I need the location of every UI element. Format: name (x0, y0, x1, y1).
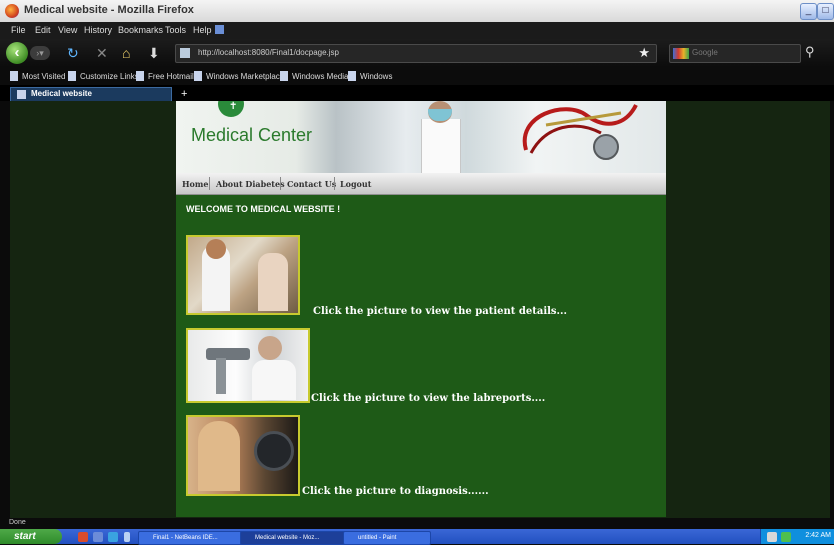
taskbar-firefox[interactable]: Medical website - Moz... (240, 531, 348, 545)
doctor-figure (421, 119, 461, 173)
bookmarks-bar: Most Visited Customize Links Free Hotmai… (0, 67, 834, 85)
scientist-figure (252, 360, 296, 400)
bookmark-windows[interactable]: Windows (348, 71, 392, 81)
diagnosis-caption[interactable]: Click the picture to diagnosis...... (302, 486, 489, 497)
menu-history[interactable]: History (84, 25, 112, 35)
labreports-picture[interactable] (186, 328, 310, 403)
page-icon (17, 90, 26, 99)
menu-tools[interactable]: Tools (165, 25, 186, 35)
menu-view[interactable]: View (58, 25, 77, 35)
bookmark-icon (136, 71, 144, 81)
labreports-caption[interactable]: Click the picture to view the labreports… (311, 393, 545, 404)
addon-icon[interactable] (215, 25, 224, 34)
navigation-toolbar: ‹ ›▾ ↻ ✕ ⌂ ⬇ http://localhost:8080/Final… (0, 39, 834, 67)
bookmark-customize-links[interactable]: Customize Links (68, 71, 139, 81)
nav-divider (334, 177, 335, 190)
nav-about-diabetes[interactable]: About Diabetes (216, 179, 285, 189)
medical-site: ✝ Medical Center Home About Diabetes Con… (176, 101, 666, 517)
bookmark-icon (68, 71, 76, 81)
menu-bookmarks[interactable]: Bookmarks (118, 25, 163, 35)
scientist-head (258, 336, 282, 360)
quicklaunch-icon[interactable] (108, 532, 118, 542)
url-text[interactable]: http://localhost:8080/Final1/docpage.jsp (198, 48, 339, 57)
tab-strip: Medical website + (0, 85, 834, 102)
menu-help[interactable]: Help (193, 25, 212, 35)
tab-medical-website[interactable]: Medical website (10, 87, 172, 102)
site-brand: Medical Center (191, 125, 313, 145)
tray-icon[interactable] (781, 532, 791, 542)
page-favicon-icon (180, 48, 190, 58)
menu-edit[interactable]: Edit (35, 25, 51, 35)
windows-taskbar: start Final1 - NetBeans IDE... Medical w… (0, 529, 834, 545)
home-icon[interactable]: ⌂ (122, 45, 130, 61)
new-tab-button[interactable]: + (181, 88, 187, 100)
bookmark-icon (10, 71, 18, 81)
stethoscope-icon (522, 104, 638, 160)
google-icon (673, 48, 689, 59)
menu-file[interactable]: File (11, 25, 26, 35)
reload-icon[interactable]: ↻ (67, 45, 79, 61)
quicklaunch-more-icon[interactable] (124, 532, 130, 542)
nav-home[interactable]: Home (182, 179, 208, 189)
quicklaunch-icon[interactable] (78, 532, 88, 542)
download-icon[interactable]: ⬇ (148, 45, 160, 61)
bookmark-windows-marketplace[interactable]: Windows Marketplace (194, 71, 284, 81)
status-text: Done (9, 519, 26, 526)
nav-logout[interactable]: Logout (340, 179, 371, 189)
doctor-head (206, 239, 226, 259)
patient-figure (198, 421, 240, 491)
menu-bar: File Edit View History Bookmarks Tools H… (0, 22, 834, 39)
microscope-figure (206, 348, 250, 360)
search-input[interactable]: Google (669, 44, 801, 63)
search-placeholder: Google (692, 48, 718, 57)
patient-details-picture[interactable] (186, 235, 300, 315)
search-icon[interactable]: ⚲ (805, 44, 815, 60)
bookmark-icon (194, 71, 202, 81)
bookmark-windows-media[interactable]: Windows Media (280, 71, 348, 81)
start-button[interactable]: start (0, 529, 62, 544)
taskbar-netbeans[interactable]: Final1 - NetBeans IDE... (138, 531, 246, 545)
patient-figure (258, 253, 288, 311)
window-titlebar: Medical website - Mozilla Firefox _ □ (0, 0, 834, 23)
tray-icon[interactable] (767, 532, 777, 542)
system-tray: 2:42 AM (760, 529, 834, 544)
firefox-icon (5, 4, 19, 18)
clock: 2:42 AM (805, 532, 831, 539)
welcome-heading: WELCOME TO MEDICAL WEBSITE ! (186, 204, 341, 214)
bookmark-icon (348, 71, 356, 81)
microscope-stand (216, 358, 226, 394)
taskbar-paint[interactable]: untitled - Paint (343, 531, 431, 545)
forward-icon[interactable]: ›▾ (30, 46, 50, 60)
patient-details-caption[interactable]: Click the picture to view the patient de… (313, 306, 567, 317)
back-icon[interactable]: ‹ (6, 42, 28, 64)
logo-emblem-icon: ✝ (218, 101, 244, 117)
eye-exam-instrument-icon (254, 431, 294, 471)
diagnosis-picture[interactable] (186, 415, 300, 496)
status-bar: Done (0, 518, 834, 529)
quicklaunch-icon[interactable] (93, 532, 103, 542)
maximize-button[interactable]: □ (817, 3, 834, 20)
nav-contact-us[interactable]: Contact Us (287, 179, 336, 189)
bookmark-most-visited[interactable]: Most Visited (10, 71, 65, 81)
nav-divider (209, 177, 210, 190)
site-nav: Home About Diabetes Contact Us Logout (176, 173, 666, 195)
url-bar[interactable]: http://localhost:8080/Final1/docpage.jsp… (175, 44, 657, 63)
stop-icon[interactable]: ✕ (96, 45, 108, 61)
window-title: Medical website - Mozilla Firefox (24, 4, 194, 16)
bookmark-icon (280, 71, 288, 81)
bookmark-free-hotmail[interactable]: Free Hotmail (136, 71, 194, 81)
bookmark-star-icon[interactable]: ★ (638, 45, 650, 61)
nav-divider (280, 177, 281, 190)
minimize-button[interactable]: _ (800, 3, 817, 20)
site-banner: ✝ Medical Center (176, 101, 666, 173)
